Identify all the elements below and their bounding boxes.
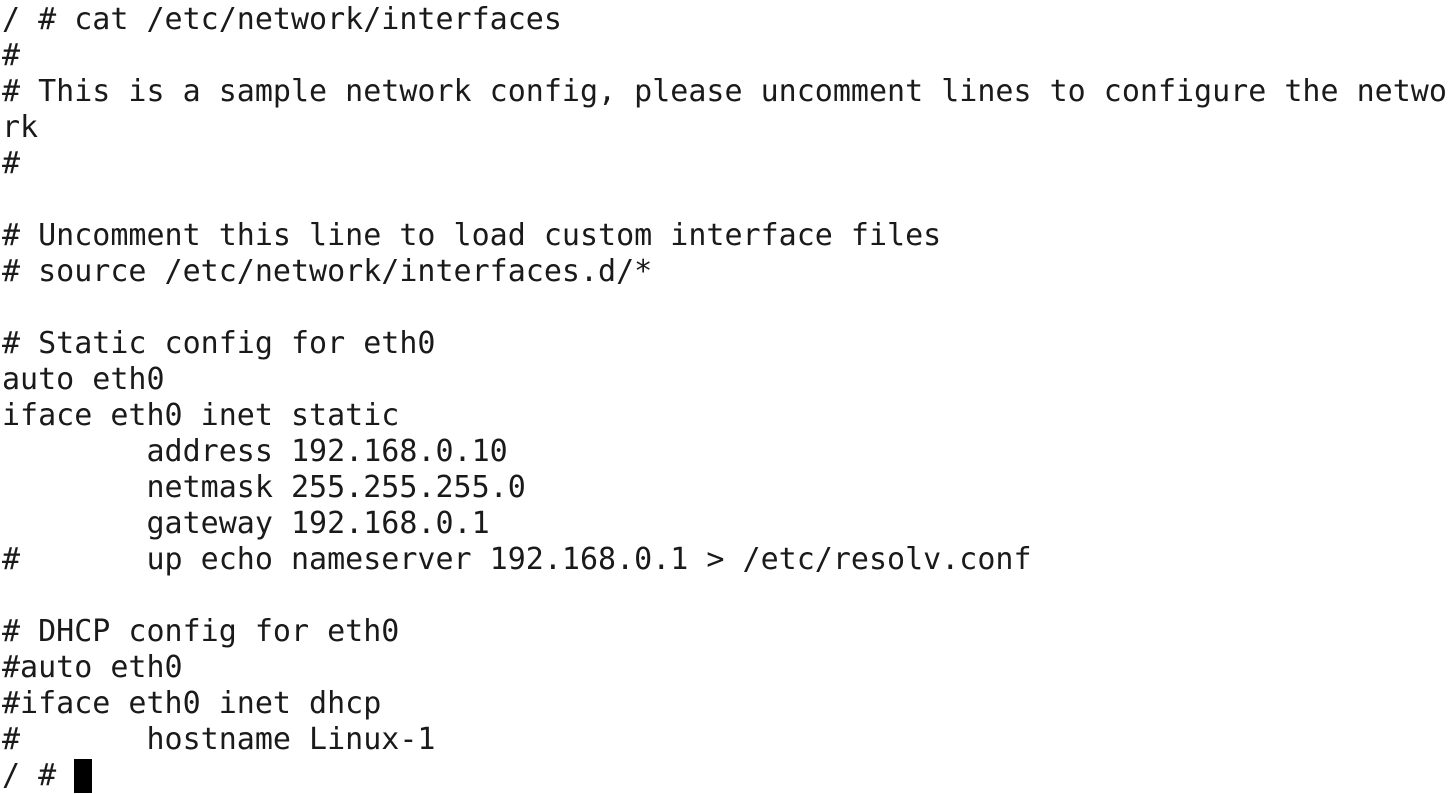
output-line: auto eth0 xyxy=(2,362,165,397)
output-line: # Static config for eth0 xyxy=(2,326,436,361)
output-line: iface eth0 inet static xyxy=(2,398,400,433)
output-line: # Uncomment this line to load custom int… xyxy=(2,218,942,253)
output-line: netmask 255.255.255.0 xyxy=(2,470,526,505)
shell-prompt: / # xyxy=(2,758,75,793)
output-line: # DHCP config for eth0 xyxy=(2,614,400,649)
output-line: #auto eth0 xyxy=(2,650,183,685)
output-line: / # cat /etc/network/interfaces xyxy=(2,2,562,37)
text-cursor xyxy=(74,759,93,793)
command-prompt-line[interactable]: / # xyxy=(0,758,1448,794)
output-line: # hostname Linux-1 xyxy=(2,722,436,757)
output-line: # xyxy=(2,38,21,73)
output-line: # up echo nameserver 192.168.0.1 > /etc/… xyxy=(2,542,1032,577)
output-line: address 192.168.0.10 xyxy=(2,434,508,469)
output-line: # This is a sample network config, pleas… xyxy=(2,74,1447,109)
output-line: # source /etc/network/interfaces.d/* xyxy=(2,254,653,289)
output-line: rk xyxy=(2,110,39,145)
output-line: #iface eth0 inet dhcp xyxy=(2,686,382,721)
output-line: # xyxy=(2,146,21,181)
terminal-output[interactable]: / # cat /etc/network/interfaces # # This… xyxy=(0,0,1448,794)
output-line: gateway 192.168.0.1 xyxy=(2,506,490,541)
